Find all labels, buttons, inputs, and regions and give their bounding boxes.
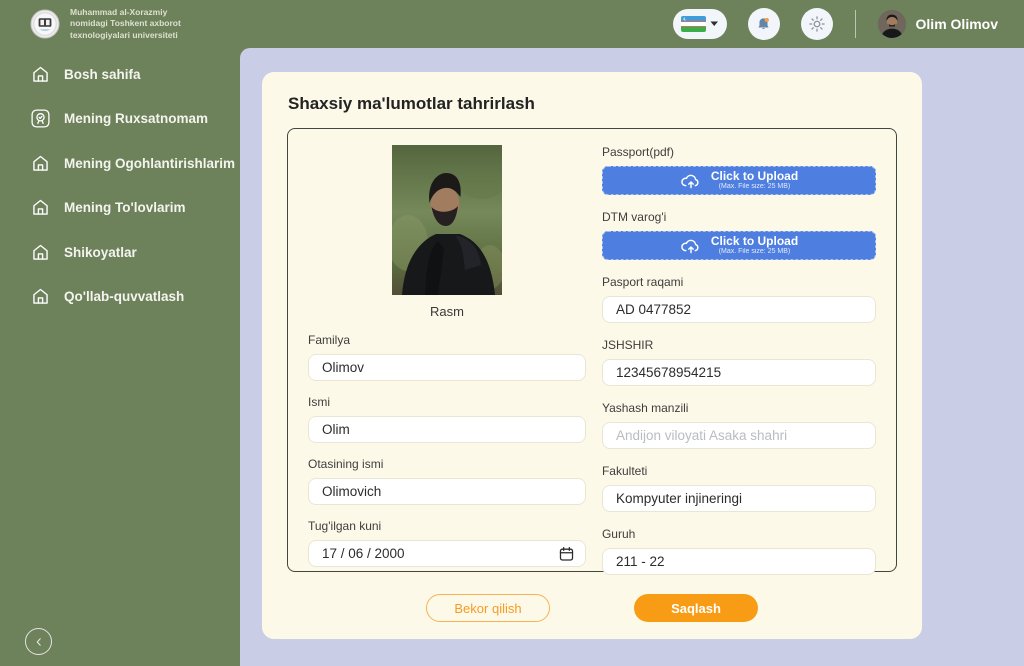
home-icon (30, 197, 51, 218)
bell-icon (754, 15, 773, 34)
theme-toggle-button[interactable] (801, 8, 833, 40)
chevron-down-icon (710, 21, 719, 27)
user-name: Olim Olimov (916, 16, 998, 32)
upload-button-label: Click to Upload (711, 235, 798, 248)
cloud-upload-icon (680, 172, 702, 189)
field-label: JSHSHIR (602, 338, 876, 352)
field-guruh: Guruh (602, 527, 876, 575)
save-button[interactable]: Saqlash (634, 594, 758, 622)
cloud-upload-icon (680, 237, 702, 254)
sidebar-item-label: Shikoyatlar (64, 245, 137, 260)
birth-date-input[interactable] (308, 540, 586, 567)
dtm-upload-button[interactable]: Click to Upload (Max. File size: 25 MB) (602, 231, 876, 260)
field-ismi: Ismi (308, 395, 586, 443)
upload-passport: Passport(pdf) Click to Upload (Max. File… (602, 145, 876, 195)
passport-number-input[interactable] (602, 296, 876, 323)
field-label: DTM varog'i (602, 210, 876, 224)
otasining-ismi-input[interactable] (308, 478, 586, 505)
university-emblem-icon (30, 9, 60, 39)
sidebar-item-label: Mening Ruxsatnomam (64, 111, 208, 126)
sidebar-item-mening-ogohlantirishlarim[interactable]: Mening Ogohlantirishlarim (0, 141, 240, 186)
upload-dtm: DTM varog'i Click to Upload (Max. File s… (602, 210, 876, 260)
main-content: Shaxsiy ma'lumotlar tahrirlash (240, 48, 1024, 666)
form-actions: Bekor qilish Saqlash (287, 594, 897, 622)
page-title: Shaxsiy ma'lumotlar tahrirlash (288, 94, 897, 114)
field-label: Ismi (308, 395, 586, 409)
edit-profile-card: Shaxsiy ma'lumotlar tahrirlash (262, 72, 922, 639)
home-icon (30, 64, 51, 85)
language-selector[interactable] (673, 9, 727, 39)
cancel-button[interactable]: Bekor qilish (426, 594, 550, 622)
sidebar-item-mening-tolovlarim[interactable]: Mening To'lovlarim (0, 186, 240, 231)
sidebar-item-label: Bosh sahifa (64, 67, 141, 82)
header-controls: Olim Olimov (673, 8, 998, 40)
field-label: Familya (308, 333, 586, 347)
sidebar-item-label: Qo'llab-quvvatlash (64, 289, 184, 304)
field-label: Yashash manzili (602, 401, 876, 415)
sun-icon (808, 15, 826, 33)
field-tugilgan-kuni: Tug'ilgan kuni (308, 519, 586, 567)
jshshir-input[interactable] (602, 359, 876, 386)
field-label: Pasport raqami (602, 275, 876, 289)
ismi-input[interactable] (308, 416, 586, 443)
photo-caption: Rasm (308, 304, 586, 319)
profile-form: Rasm Familya Ismi Otasining ismi (287, 128, 897, 572)
sidebar-item-bosh-sahifa[interactable]: Bosh sahifa (0, 52, 240, 97)
home-icon (30, 153, 51, 174)
field-fakulteti: Fakulteti (602, 464, 876, 512)
photo-section: Rasm (308, 145, 586, 319)
field-label: Tug'ilgan kuni (308, 519, 586, 533)
header-divider (855, 10, 856, 38)
field-label: Fakulteti (602, 464, 876, 478)
profile-photo (392, 145, 502, 295)
sidebar-item-label: Mening Ogohlantirishlarim (64, 156, 235, 171)
home-icon (30, 286, 51, 307)
form-right-column: Passport(pdf) Click to Upload (Max. File… (602, 145, 876, 555)
sidebar-item-label: Mening To'lovlarim (64, 200, 185, 215)
user-avatar[interactable] (878, 10, 906, 38)
upload-size-hint: (Max. File size: 25 MB) (711, 248, 798, 256)
group-input[interactable] (602, 548, 876, 575)
field-otasining-ismi: Otasining ismi (308, 457, 586, 505)
sidebar-item-qollab-quvvatlash[interactable]: Qo'llab-quvvatlash (0, 275, 240, 320)
uzbekistan-flag-icon (681, 16, 706, 32)
permit-badge-icon (30, 108, 51, 129)
app-header: Muhammad al-Xorazmiy nomidagi Toshkent a… (0, 0, 1024, 48)
field-familya: Familya (308, 333, 586, 381)
address-input[interactable] (602, 422, 876, 449)
field-jshshir: JSHSHIR (602, 338, 876, 386)
upload-button-label: Click to Upload (711, 170, 798, 183)
home-icon (30, 242, 51, 263)
chevron-left-icon (33, 636, 45, 648)
form-left-column: Rasm Familya Ismi Otasining ismi (308, 145, 586, 555)
university-name: Muhammad al-Xorazmiy nomidagi Toshkent a… (70, 7, 202, 40)
sidebar-item-mening-ruxsatnomam[interactable]: Mening Ruxsatnomam (0, 97, 240, 142)
faculty-input[interactable] (602, 485, 876, 512)
upload-size-hint: (Max. File size: 25 MB) (711, 183, 798, 191)
field-label: Otasining ismi (308, 457, 586, 471)
familya-input[interactable] (308, 354, 586, 381)
sidebar: Bosh sahifa Mening Ruxsatnomam Mening Og… (0, 48, 240, 666)
calendar-icon[interactable] (558, 545, 575, 562)
sidebar-item-shikoyatlar[interactable]: Shikoyatlar (0, 230, 240, 275)
field-pasport-raqami: Pasport raqami (602, 275, 876, 323)
passport-upload-button[interactable]: Click to Upload (Max. File size: 25 MB) (602, 166, 876, 195)
field-yashash-manzili: Yashash manzili (602, 401, 876, 449)
notifications-button[interactable] (748, 8, 780, 40)
back-button[interactable] (25, 628, 52, 655)
field-label: Guruh (602, 527, 876, 541)
field-label: Passport(pdf) (602, 145, 876, 159)
